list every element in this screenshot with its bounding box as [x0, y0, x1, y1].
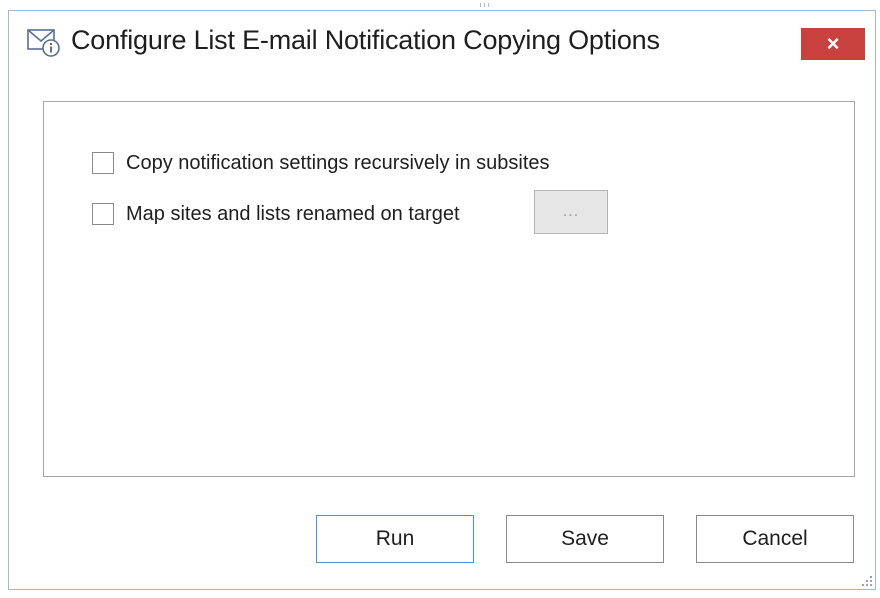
option-map-renamed[interactable]: Map sites and lists renamed on target — [92, 200, 460, 228]
title-bar[interactable]: Configure List E-mail Notification Copyi… — [9, 11, 875, 73]
resize-grip-icon[interactable] — [859, 573, 873, 587]
close-button[interactable]: × — [801, 28, 865, 60]
browse-mapping-button[interactable]: ... — [534, 190, 608, 234]
save-button[interactable]: Save — [506, 515, 664, 563]
map-renamed-label[interactable]: Map sites and lists renamed on target — [126, 203, 460, 226]
cancel-button[interactable]: Cancel — [696, 515, 854, 563]
copy-recursively-checkbox[interactable] — [92, 152, 114, 174]
copy-recursively-label[interactable]: Copy notification settings recursively i… — [126, 152, 550, 175]
dialog-window: Configure List E-mail Notification Copyi… — [8, 10, 876, 590]
dialog-drag-indicator — [480, 3, 489, 7]
mail-info-icon — [27, 29, 60, 57]
dialog-title: Configure List E-mail Notification Copyi… — [71, 25, 660, 55]
run-button[interactable]: Run — [316, 515, 474, 563]
map-renamed-checkbox[interactable] — [92, 203, 114, 225]
close-icon: × — [826, 31, 840, 56]
options-panel: Copy notification settings recursively i… — [43, 101, 855, 477]
option-copy-recursively[interactable]: Copy notification settings recursively i… — [92, 149, 550, 177]
